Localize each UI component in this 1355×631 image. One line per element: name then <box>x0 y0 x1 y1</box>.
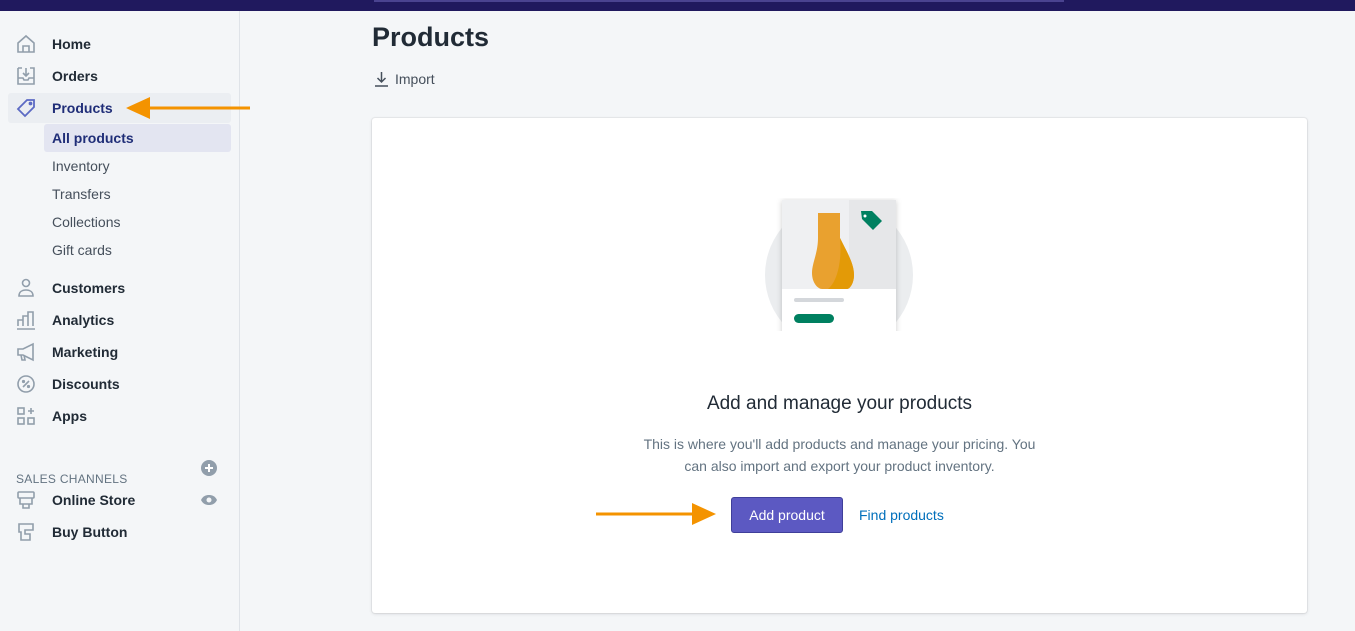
orders-icon <box>17 67 35 85</box>
sidebar-item-apps[interactable]: Apps <box>8 401 231 431</box>
sidebar-item-marketing[interactable]: Marketing <box>8 337 231 367</box>
apps-icon <box>17 407 35 425</box>
store-icon <box>17 491 35 509</box>
sidebar-sub-collections[interactable]: Collections <box>44 208 231 236</box>
sidebar-item-discounts[interactable]: Discounts <box>8 369 231 399</box>
add-channel-icon[interactable] <box>201 460 217 476</box>
search-bar[interactable] <box>374 0 1064 2</box>
megaphone-icon <box>17 342 34 362</box>
sidebar-item-buy-button[interactable]: Buy Button <box>8 517 231 547</box>
annotation-arrow-icon <box>126 97 250 119</box>
sidebar-item-orders[interactable]: Orders <box>8 61 231 91</box>
empty-state-description: This is where you'll add products and ma… <box>643 436 1036 474</box>
sidebar-sub-all-products[interactable]: All products <box>44 124 231 152</box>
sidebar-sub-gift-cards[interactable]: Gift cards <box>44 236 231 264</box>
add-product-button[interactable]: Add product <box>731 497 843 533</box>
empty-state-heading: Add and manage your products <box>706 393 973 414</box>
customer-icon <box>18 278 34 297</box>
discount-icon <box>17 375 35 393</box>
sidebar-item-online-store[interactable]: Online Store <box>8 485 231 515</box>
home-icon <box>17 34 35 53</box>
import-icon <box>375 72 388 87</box>
view-store-eye-icon[interactable] <box>200 494 218 506</box>
analytics-icon <box>17 311 35 330</box>
buy-button-icon <box>18 523 34 541</box>
top-bar <box>0 0 1355 11</box>
sidebar-item-customers[interactable]: Customers <box>8 273 231 303</box>
import-button[interactable]: Import <box>374 71 435 87</box>
sidebar-item-analytics[interactable]: Analytics <box>8 305 231 335</box>
sidebar-item-home[interactable]: Home <box>8 29 231 59</box>
empty-state-card: Add and manage your products This is whe… <box>372 118 1307 613</box>
find-products-link[interactable]: Find products <box>859 507 944 523</box>
page-title: Products <box>372 22 490 52</box>
sales-channels-heading: SALES CHANNELS <box>16 472 128 486</box>
tag-icon <box>16 99 35 118</box>
annotation-arrow-icon <box>596 503 716 525</box>
product-illustration <box>765 200 913 331</box>
sidebar-sub-transfers[interactable]: Transfers <box>44 180 231 208</box>
sidebar-sub-inventory[interactable]: Inventory <box>44 152 231 180</box>
